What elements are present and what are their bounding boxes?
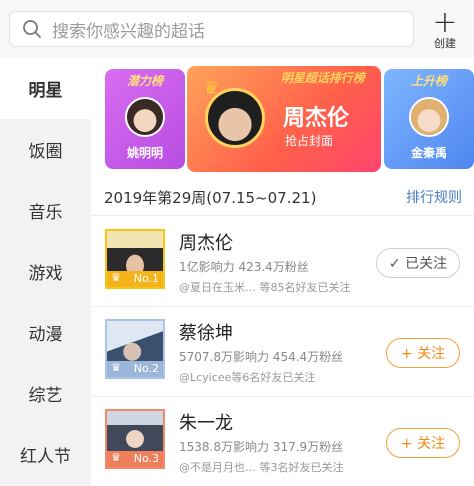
rank-badge: ♛ No.2	[107, 361, 163, 377]
friends-followed: @不是月月也… 等3名好友已关注	[179, 461, 344, 474]
list-item[interactable]: ♛ No.2 蔡徐坤 5707.8万影响力 454.4万粉丝 @Lcyicee等6…	[91, 307, 474, 397]
star-name: 周杰伦	[179, 233, 233, 254]
crown-icon: ♛	[111, 271, 121, 284]
rank-badge: ♛ No.1	[107, 271, 163, 287]
star-stats: 1538.8万影响力 317.9万粉丝	[179, 440, 344, 454]
header: 搜索你感兴趣的超话 + 创建	[0, 0, 474, 58]
plus-icon: +	[432, 5, 458, 40]
star-stats: 1亿影响力 423.4万粉丝	[179, 260, 309, 274]
create-label: 创建	[434, 37, 456, 50]
search-icon	[23, 20, 41, 38]
crown-icon: ♛	[111, 451, 121, 464]
star-name: 蔡徐坤	[179, 323, 233, 344]
followed-button[interactable]: ✓ 已关注	[376, 248, 460, 278]
star-stats: 5707.8万影响力 454.4万粉丝	[179, 350, 344, 364]
star-ranking-name: 周杰伦	[283, 106, 350, 131]
sidebar-item-anime[interactable]: 动漫	[0, 302, 91, 363]
rank-badge: ♛ No.3	[107, 451, 163, 467]
list-item[interactable]: ♛ No.1 周杰伦 1亿影响力 423.4万粉丝 @夏日在玉米… 等85名好友已…	[91, 217, 474, 307]
week-row: 2019年第29周(07.15~07.21) 排行规则	[91, 176, 474, 216]
star-ranking-tag: 明星超话排行榜	[280, 71, 365, 85]
rising-list-name: 金秦禹	[410, 146, 447, 160]
list-item[interactable]: ♛ No.3 朱一龙 1538.8万影响力 317.9万粉丝 @不是月月也… 等3…	[91, 397, 474, 486]
star-name: 朱一龙	[179, 413, 233, 434]
avatar	[205, 88, 265, 148]
avatar: ♛ No.3	[105, 409, 165, 469]
sidebar-item-variety[interactable]: 综艺	[0, 363, 91, 424]
ranking-rules-link[interactable]: 排行规则	[406, 187, 462, 207]
follow-button[interactable]: + 关注	[386, 338, 460, 368]
potential-list-name: 姚明明	[126, 146, 163, 160]
avatar	[409, 97, 449, 137]
rising-list-tag: 上升榜	[410, 74, 448, 88]
search-placeholder: 搜索你感兴趣的超话	[52, 21, 205, 42]
sidebar-item-stars[interactable]: 明星	[0, 58, 91, 119]
ranking-banners: 潜力榜 姚明明 明星超话排行榜 ♛ 周杰伦 抢占封面 上升榜 金秦禹	[91, 58, 474, 176]
main-content: 潜力榜 姚明明 明星超话排行榜 ♛ 周杰伦 抢占封面 上升榜 金秦禹 2019年…	[91, 58, 474, 486]
avatar: ♛ No.1	[105, 229, 165, 289]
sidebar-item-games[interactable]: 游戏	[0, 241, 91, 302]
crown-icon: ♛	[111, 361, 121, 374]
sidebar-item-music[interactable]: 音乐	[0, 180, 91, 241]
star-ranking-card[interactable]: 明星超话排行榜 ♛ 周杰伦 抢占封面	[187, 66, 381, 172]
friends-followed: @Lcyicee等6名好友已关注	[179, 371, 316, 384]
sidebar-item-fandom[interactable]: 饭圈	[0, 119, 91, 180]
category-sidebar: 明星 饭圈 音乐 游戏 动漫 综艺 红人节	[0, 58, 91, 486]
search-input[interactable]: 搜索你感兴趣的超话	[9, 11, 414, 47]
avatar: ♛ No.2	[105, 319, 165, 379]
follow-button[interactable]: + 关注	[386, 428, 460, 458]
rising-list-card[interactable]: 上升榜 金秦禹	[384, 69, 474, 169]
friends-followed: @夏日在玉米… 等85名好友已关注	[179, 281, 351, 294]
potential-list-card[interactable]: 潜力榜 姚明明	[105, 69, 185, 169]
sidebar-item-influencer[interactable]: 红人节	[0, 424, 91, 485]
week-label: 2019年第29周(07.15~07.21)	[104, 189, 317, 207]
star-ranking-sub: 抢占封面	[285, 134, 334, 148]
potential-list-tag: 潜力榜	[126, 74, 164, 88]
avatar	[125, 97, 165, 137]
create-button[interactable]: + 创建	[425, 8, 465, 52]
